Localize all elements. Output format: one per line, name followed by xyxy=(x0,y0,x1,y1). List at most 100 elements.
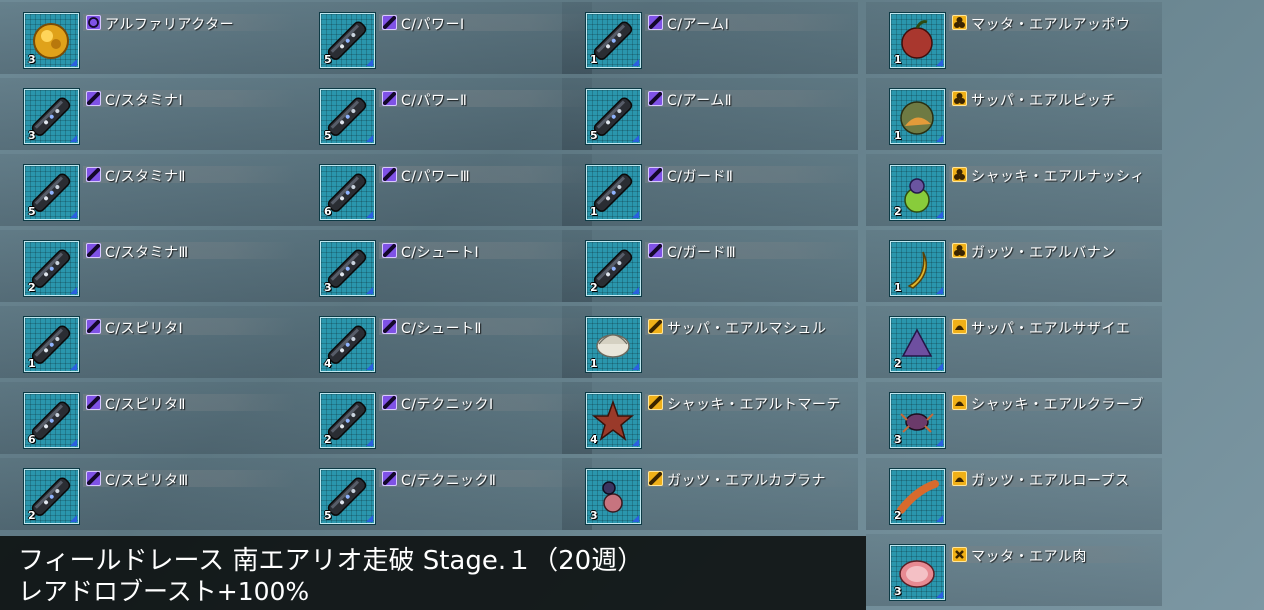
item-icon-frame[interactable]: 3 xyxy=(890,545,945,600)
item-label-bar: シャッキ・エアルナッシィ xyxy=(949,166,1162,185)
item-icon-frame[interactable]: 2 xyxy=(320,393,375,448)
drop-item[interactable]: 1 C/アームⅠ xyxy=(562,0,858,76)
item-type-purple-icon xyxy=(382,243,397,258)
drop-item[interactable]: 1 C/ガードⅡ xyxy=(562,152,858,228)
drop-item[interactable]: 3 C/シュートⅠ xyxy=(296,228,592,304)
item-icon-frame[interactable]: 2 xyxy=(24,469,79,524)
drop-item[interactable]: 2 C/スタミナⅢ xyxy=(0,228,296,304)
rarity-corner-icon xyxy=(632,59,639,66)
drop-item[interactable]: 1 C/スピリタⅠ xyxy=(0,304,296,380)
item-type-gold-icon xyxy=(952,395,967,410)
item-icon-frame[interactable]: 3 xyxy=(890,393,945,448)
drop-item[interactable]: 3 マッタ・エアル肉 xyxy=(866,532,1162,608)
drop-item[interactable]: 5 C/パワーⅡ xyxy=(296,76,592,152)
item-count: 3 xyxy=(28,53,36,66)
drop-item[interactable]: 5 C/パワーⅠ xyxy=(296,0,592,76)
drop-item[interactable]: 1 ガッツ・エアルバナン xyxy=(866,228,1162,304)
drop-item[interactable]: 1 サッパ・エアルマシュル xyxy=(562,304,858,380)
item-name: シャッキ・エアルナッシィ xyxy=(971,169,1145,185)
rarity-corner-icon xyxy=(632,439,639,446)
item-icon-frame[interactable]: 4 xyxy=(320,317,375,372)
item-icon-frame[interactable]: 2 xyxy=(890,165,945,220)
item-icon-frame[interactable]: 2 xyxy=(890,469,945,524)
item-count: 2 xyxy=(894,357,902,370)
item-icon-frame[interactable]: 6 xyxy=(24,393,79,448)
item-icon-frame[interactable]: 4 xyxy=(586,393,641,448)
drop-item[interactable]: 6 C/スピリタⅡ xyxy=(0,380,296,456)
rarity-corner-icon xyxy=(70,135,77,142)
item-icon-frame[interactable]: 2 xyxy=(24,241,79,296)
item-label-bar: ガッツ・エアルバナン xyxy=(949,242,1162,261)
item-icon-frame[interactable]: 2 xyxy=(890,317,945,372)
drop-item[interactable]: 2 ガッツ・エアルロープス xyxy=(866,456,1162,532)
item-icon-frame[interactable]: 3 xyxy=(320,241,375,296)
item-name: C/スピリタⅢ xyxy=(105,473,189,489)
item-type-purple-icon xyxy=(648,15,663,30)
item-icon-frame[interactable]: 5 xyxy=(320,469,375,524)
item-icon-frame[interactable]: 3 xyxy=(24,13,79,68)
item-type-purple-icon xyxy=(86,243,101,258)
item-icon-frame[interactable]: 3 xyxy=(586,469,641,524)
item-label-bar: C/テクニックⅠ xyxy=(379,394,592,413)
drop-item[interactable]: 5 C/アームⅡ xyxy=(562,76,858,152)
item-type-purple-icon xyxy=(86,167,101,182)
item-icon-frame[interactable]: 5 xyxy=(24,165,79,220)
rarity-corner-icon xyxy=(366,363,373,370)
drop-item[interactable]: 3 シャッキ・エアルクラーブ xyxy=(866,380,1162,456)
drop-item[interactable]: 5 C/スタミナⅡ xyxy=(0,152,296,228)
item-icon-frame[interactable]: 6 xyxy=(320,165,375,220)
item-icon-frame[interactable]: 1 xyxy=(586,165,641,220)
item-type-purple-icon xyxy=(86,319,101,334)
item-name: ガッツ・エアルカプラナ xyxy=(667,473,826,489)
drop-item[interactable]: 2 C/テクニックⅠ xyxy=(296,380,592,456)
item-icon-frame[interactable]: 1 xyxy=(890,89,945,144)
item-icon-frame[interactable]: 3 xyxy=(24,89,79,144)
rarity-corner-icon xyxy=(936,211,943,218)
item-count: 2 xyxy=(28,509,36,522)
rarity-corner-icon xyxy=(936,363,943,370)
item-icon-frame[interactable]: 5 xyxy=(320,89,375,144)
item-name: マッタ・エアル肉 xyxy=(971,549,1087,565)
item-name: ガッツ・エアルバナン xyxy=(971,245,1116,261)
item-type-gold-icon xyxy=(648,319,663,334)
item-icon-frame[interactable]: 2 xyxy=(586,241,641,296)
drop-item[interactable]: 3 C/スタミナⅠ xyxy=(0,76,296,152)
item-icon-frame[interactable]: 1 xyxy=(24,317,79,372)
drop-item[interactable]: 1 サッパ・エアルピッチ xyxy=(866,76,1162,152)
item-count: 1 xyxy=(590,205,598,218)
drop-item[interactable]: 1 マッタ・エアルアッポウ xyxy=(866,0,1162,76)
item-label-bar: C/パワーⅡ xyxy=(379,90,592,109)
item-icon-frame[interactable]: 1 xyxy=(586,13,641,68)
item-name: シャッキ・エアルトマーテ xyxy=(667,397,841,413)
item-type-purple-icon xyxy=(86,395,101,410)
item-icon-frame[interactable]: 1 xyxy=(890,241,945,296)
item-label-bar: C/スタミナⅠ xyxy=(83,90,296,109)
item-label-bar: ガッツ・エアルロープス xyxy=(949,470,1162,489)
item-icon-frame[interactable]: 5 xyxy=(320,13,375,68)
drop-item[interactable]: 4 C/シュートⅡ xyxy=(296,304,592,380)
item-count: 2 xyxy=(324,433,332,446)
item-type-gold-icon xyxy=(952,91,967,106)
item-name: サッパ・エアルマシュル xyxy=(667,321,827,337)
rarity-corner-icon xyxy=(936,135,943,142)
item-label-bar: C/シュートⅡ xyxy=(379,318,592,337)
drop-item[interactable]: 2 C/スピリタⅢ xyxy=(0,456,296,532)
item-name: アルファリアクター xyxy=(105,17,235,33)
drop-item[interactable]: 3 ガッツ・エアルカプラナ xyxy=(562,456,858,532)
drop-item[interactable]: 2 シャッキ・エアルナッシィ xyxy=(866,152,1162,228)
caption-box: フィールドレース 南エアリオ走破 Stage.１（20週） レアドロブースト+1… xyxy=(0,536,866,610)
drop-item[interactable]: 5 C/テクニックⅡ xyxy=(296,456,592,532)
drop-item[interactable]: 2 C/ガードⅢ xyxy=(562,228,858,304)
drop-item[interactable]: 6 C/パワーⅢ xyxy=(296,152,592,228)
rarity-corner-icon xyxy=(366,439,373,446)
item-icon-frame[interactable]: 1 xyxy=(586,317,641,372)
drop-item[interactable]: 2 サッパ・エアルサザイエ xyxy=(866,304,1162,380)
drop-item[interactable]: 3 アルファリアクター xyxy=(0,0,296,76)
item-type-gold-icon xyxy=(952,471,967,486)
item-label-bar: C/アームⅡ xyxy=(645,90,858,109)
item-icon-frame[interactable]: 1 xyxy=(890,13,945,68)
item-icon-frame[interactable]: 5 xyxy=(586,89,641,144)
drop-item[interactable]: 4 シャッキ・エアルトマーテ xyxy=(562,380,858,456)
item-type-purple-icon xyxy=(648,167,663,182)
item-label-bar: アルファリアクター xyxy=(83,14,296,33)
